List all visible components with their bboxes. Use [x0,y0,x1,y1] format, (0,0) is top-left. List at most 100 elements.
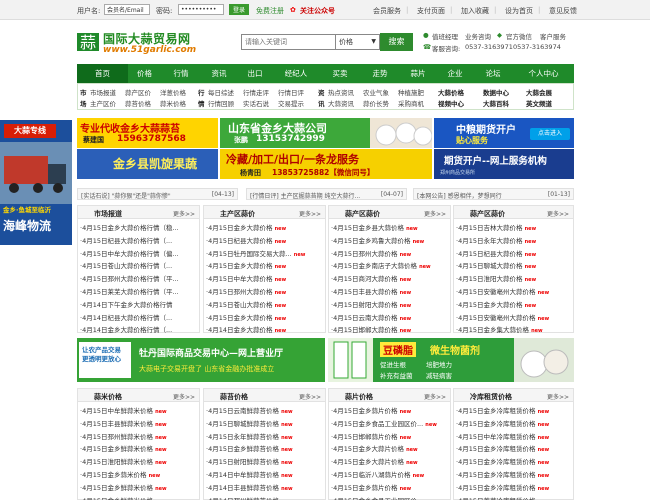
more-link[interactable]: 更多>> [547,392,569,401]
list-item[interactable]: ·4月15日邯郸蒜片价格 new [331,431,450,441]
list-item[interactable]: ·4月14日杞县大蒜价格行情（... [80,312,199,322]
column-title[interactable]: 市场报道 [94,209,122,219]
nav-company[interactable]: 企业 [437,64,473,83]
list-item[interactable]: ·4月15日吉林大蒜价格 new [456,222,573,232]
subnav-link[interactable]: 种植施肥 [398,87,424,97]
list-item[interactable]: ·4月15日云南鲜蒜苔价格 new [206,405,325,415]
notice-item[interactable]: [行情日评] 主产区掘蒜苔期 纯空大蒜行... [04-07] [246,188,407,200]
list-item[interactable]: ·4月15日金乡大蒜片价格 new [331,456,450,466]
nav-forum[interactable]: 论坛 [473,64,513,83]
subnav-category-label[interactable]: 大蒜会展 [526,87,552,97]
list-item[interactable]: ·4月15日邳州大蒜价格 new [331,248,450,258]
list-item[interactable]: ·4月14日中牟鲜蒜苔价格 new [206,469,325,479]
list-item[interactable]: ·4月15日金乡大蒜价格 new [206,222,325,232]
list-item[interactable]: ·4月15日金乡蒜片价格 new [331,405,450,415]
duty-manager-link[interactable]: 值班经理 [432,31,458,41]
list-item[interactable]: ·4月15日金乡大蒜片价格 new [331,443,450,453]
nav-trend[interactable]: 走势 [361,64,399,83]
list-item[interactable]: ·4月15日金乡冷库租赁价格 new [456,405,573,415]
logistics-float-ad[interactable]: 大蒜专线 金乡·鱼城至临沂 海峰物流 [0,120,72,245]
column-title[interactable]: 蒜产区蒜价 [345,209,380,219]
list-item[interactable]: ·4月15日牡丹国际交易大蒜... new [206,248,325,258]
list-item[interactable]: ·4月15日安徽亳州大蒜价格 new [456,286,573,296]
list-item[interactable]: ·4月15日杞县大蒜价格行情（... [80,235,199,245]
banner-jinxiang-company[interactable]: 山东省金乡大蒜公司 张鹏 13153742999 [220,118,432,148]
list-item[interactable]: ·4月14日邳州鲜蒜苔价格 new [206,495,325,500]
more-link[interactable]: 更多>> [173,392,195,401]
list-item[interactable]: ·4月15日金乡冷库租赁价格 new [456,418,573,428]
list-item[interactable]: ·4月15日金乡集大蒜价格 new [456,324,573,334]
list-item[interactable]: ·4月14日金乡大蒜价格 new [206,324,325,334]
column-title[interactable]: 蒜产区蒜价 [470,209,505,219]
subnav-link[interactable]: 农业气象 [363,87,389,97]
banner-futures-enter-button[interactable]: 点击进入 [530,128,570,140]
list-item[interactable]: ·4月15日淮阳大蒜价格 new [456,273,573,283]
login-button[interactable]: 登录 [229,4,250,15]
column-title[interactable]: 蒜米价格 [94,392,122,402]
search-input[interactable] [241,34,336,50]
list-item[interactable]: ·4月15日丰县大蒜价格 new [331,286,450,296]
list-item[interactable]: ·4月15日聊城大蒜价格 new [456,260,573,270]
list-item[interactable]: ·4月15日云南大蒜价格 new [331,312,450,322]
subnav-link[interactable]: 交易提示 [278,98,304,108]
notice-item[interactable]: [实话石说] "蒜你狠"还是"蒜你惨" [04-13] [77,188,238,200]
subnav-link[interactable]: 洋葱价格 [160,87,186,97]
list-item[interactable]: ·4月15日金乡冷库租赁价格 new [456,482,573,492]
search-button[interactable]: 搜索 [380,33,413,51]
more-link[interactable]: 更多>> [173,209,195,218]
subnav-link[interactable]: 行情走评 [243,87,269,97]
list-item[interactable]: ·4月15日临沂八湖蒜片价格 new [331,469,450,479]
subnav-link[interactable]: 蒜价长势 [363,98,389,108]
follow-link[interactable]: 关注公众号 [300,6,335,16]
member-service-link[interactable]: 会员服务 [373,6,401,16]
list-item[interactable]: ·4月15日金乡鲜蒜米价格 new [80,482,199,492]
list-item[interactable]: ·4月15日金乡大蒜价格 new [456,299,573,309]
list-item[interactable]: ·4月15日邳州大蒜价格 new [206,286,325,296]
nav-home[interactable]: 首页 [77,64,128,83]
subnav-link[interactable]: 主产区价 [90,98,116,108]
list-item[interactable]: ·4月14日下午金乡大蒜价格行情 [80,299,199,309]
list-item[interactable]: ·4月14日丰县鲜蒜苔价格 new [206,482,325,492]
list-item[interactable]: ·4月15日聊城鲜蒜苔价格 new [206,418,325,428]
list-item[interactable]: ·4月14日金乡大蒜价格行情（... [80,324,199,334]
list-item[interactable]: ·4月15日邳州大蒜价格行情（平... [80,273,199,283]
nav-trade[interactable]: 买卖 [319,64,361,83]
official-wechat-link[interactable]: 官方微信 [506,31,532,41]
subnav-category-label[interactable]: 大蒜价格 [438,87,464,97]
list-item[interactable]: ·4月15日苍山大蒜价格 new [206,299,325,309]
subnav-link[interactable]: 热点资讯 [328,87,354,97]
nav-slice[interactable]: 蒜片 [399,64,437,83]
nav-export[interactable]: 出口 [237,64,273,83]
list-item[interactable]: ·4月15日中牟冷库租赁价格 new [456,431,573,441]
banner-microbial-agent[interactable]: 豆磷脂 微生物菌剂 促进生根 培肥地力 补充有益菌 减轻病害 [328,338,574,382]
banner-agent-purchase[interactable]: 专业代收金乡大蒜蒜苔 蔡建国 15963787568 [77,118,218,148]
column-title[interactable]: 蒜苔价格 [220,392,248,402]
subnav-link[interactable]: 大蒜资讯 [328,98,354,108]
subnav-link[interactable]: 行情日评 [278,87,304,97]
list-item[interactable]: ·4月15日金乡冷库租赁价格 new [456,469,573,479]
subnav-link[interactable]: 行情回顾 [208,98,234,108]
list-item[interactable]: ·4月15日金乡县大蒜价格 new [331,222,450,232]
banner-futures-online[interactable]: 期货开户--网上服务机构 郑州商品交易所 [434,149,574,179]
list-item[interactable]: ·4月15日金乡大蒜价格行情（稳... [80,222,199,232]
list-item[interactable]: ·4月15日金乡鲜蒜米价格 new [80,443,199,453]
list-item[interactable]: ·4月15日商河大蒜价格 new [331,273,450,283]
feedback-link[interactable]: 意见反馈 [549,6,577,16]
list-item[interactable]: ·4月15日金乡鲜蒜米价格 new [80,495,199,500]
garlic-logo-icon[interactable]: 蒜 [77,31,99,53]
list-item[interactable]: ·4月15日金乡大蒜价格 new [206,312,325,322]
nav-price[interactable]: 价格 [128,64,161,83]
list-item[interactable]: ·4月15日金乡大蒜价格 new [206,260,325,270]
subnav-category-label[interactable]: 视频中心 [438,98,464,108]
more-link[interactable]: 更多>> [299,392,321,401]
nav-news[interactable]: 资讯 [201,64,237,83]
password-input[interactable] [178,4,224,15]
subnav-category-label[interactable]: 数据中心 [483,87,509,97]
subnav-link[interactable]: 采购商机 [398,98,424,108]
list-item[interactable]: ·4月15日金乡蒜米价格 new [80,469,199,479]
list-item[interactable]: ·4月15日莱芜冷库租赁价格 new [456,495,573,500]
list-item[interactable]: ·4月15日永年鲜蒜苔价格 new [206,431,325,441]
banner-futures-account[interactable]: 中粮期货开户 贴心服务 点击进入 [434,118,574,148]
list-item[interactable]: ·4月15日射阳大蒜价格 new [331,299,450,309]
list-item[interactable]: ·4月15日丰县鲜蒜米价格 new [80,418,199,428]
